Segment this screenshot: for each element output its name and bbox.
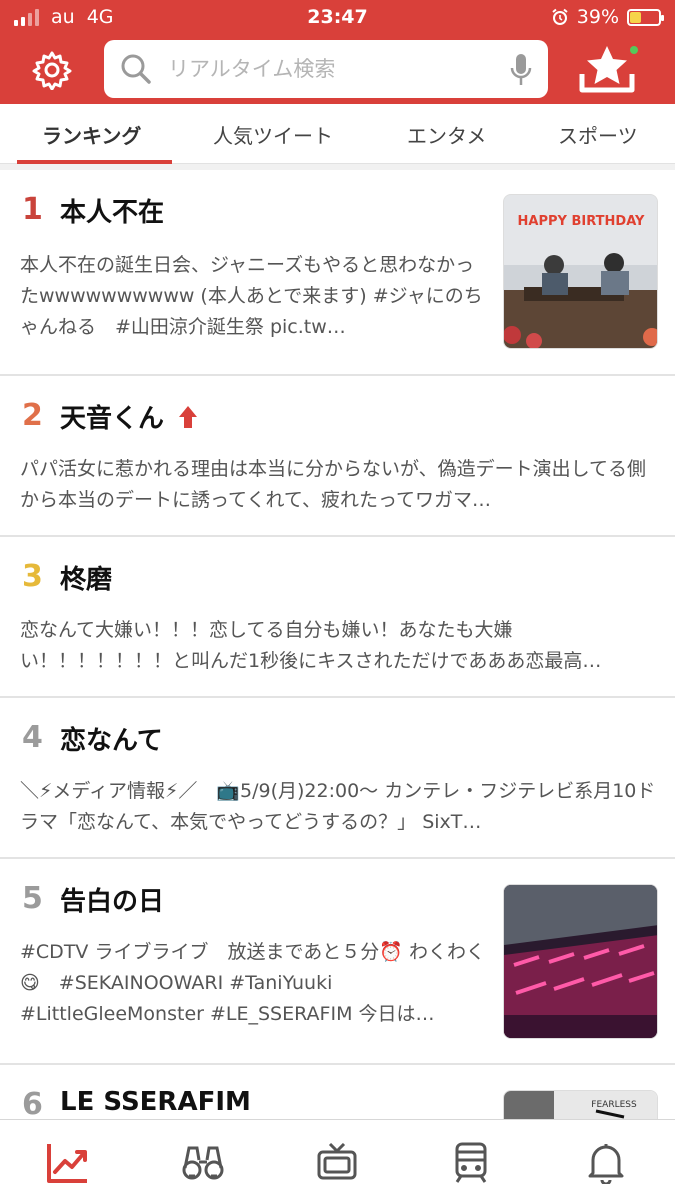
trend-title-row: 天音くん [60,398,198,435]
category-tabs: ランキング 人気ツイート エンタメ スポーツ [0,104,675,164]
app-header: au 4G 23:47 39% [0,0,675,104]
ranking-item-2[interactable]: 2 天音くん パパ活女に惹かれる理由は本当に分からないが、偽造デート演出してる側… [0,376,675,537]
trend-title: LE SSERAFIM [60,1087,251,1117]
thumbnail-album-text: FEARLESS [591,1100,637,1110]
trend-title: 本人不在 [60,198,165,228]
status-right: 39% [551,6,664,28]
album-photo: FEARLESS [504,1091,657,1119]
tab-popular-tweets[interactable]: 人気ツイート [213,120,333,149]
trending-icon[interactable] [46,1140,90,1184]
notice-button[interactable] [578,42,640,98]
thumbnail-banner-text: HAPPY BIRTHDAY [518,214,645,229]
status-bar: au 4G 23:47 39% [0,0,675,34]
train-icon[interactable] [449,1140,493,1184]
rank-number: 5 [22,881,43,916]
trend-description: ＼⚡メディア情報⚡／ 📺5/9(月)22:00～ カンテレ・フジテレビ系月10ド… [20,780,656,833]
stage-photo [504,885,657,1038]
trend-description: #CDTV ライブライブ 放送まであと５分⏰ わくわく😋 #SEKAINOOWA… [20,941,485,1025]
battery-percent: 39% [576,6,619,28]
ranking-item-1[interactable]: 1 本人不在 本人不在の誕生日会、ジャニーズもやると思わなかったwwwwwwww… [0,170,675,376]
search-bar[interactable] [104,40,548,98]
microphone-icon[interactable] [510,53,532,87]
search-input[interactable] [168,50,488,88]
trend-description: パパ活女に惹かれる理由は本当に分からないが、偽造デート演出してる側から本当のデー… [20,458,647,511]
rank-number: 3 [22,559,43,594]
trend-thumbnail: HAPPY BIRTHDAY [503,194,658,349]
bell-icon[interactable] [584,1140,628,1184]
bottom-navigation [0,1119,675,1200]
trend-description: 本人不在の誕生日会、ジャニーズもやると思わなかったwwwwwwwwww (本人あ… [20,254,483,338]
trend-title: 柊磨 [60,565,113,595]
trend-title: 告白の日 [60,887,165,917]
ranking-item-5[interactable]: 5 告白の日 #CDTV ライブライブ 放送まであと５分⏰ わくわく😋 #SEK… [0,859,675,1065]
tab-ranking[interactable]: ランキング [42,120,141,149]
tv-icon[interactable] [315,1140,359,1184]
battery-icon [627,8,664,26]
binoculars-icon[interactable] [181,1140,225,1184]
alarm-icon [552,8,568,25]
ranking-item-6[interactable]: 6 LE SSERAFIM FEARLESS [0,1065,675,1119]
trend-thumbnail [503,884,658,1039]
rank-number: 6 [22,1087,43,1119]
rank-number: 2 [22,398,43,433]
tab-entertainment[interactable]: エンタメ [407,120,486,149]
trend-description: 恋なんて大嫌い！！！恋してる自分も嫌い！あなたも大嫌い！！！！！！！と叫んだ1秒… [20,619,602,672]
trend-thumbnail: FEARLESS [503,1090,658,1119]
tab-sports[interactable]: スポーツ [558,120,638,149]
trend-title: 天音くん [60,404,165,434]
new-badge-dot [628,44,640,56]
trend-title: 恋なんて [60,726,163,756]
ranking-item-3[interactable]: 3 柊磨 恋なんて大嫌い！！！恋してる自分も嫌い！あなたも大嫌い！！！！！！！と… [0,537,675,698]
gear-icon[interactable] [32,50,72,90]
search-icon [121,54,151,84]
ranking-item-4[interactable]: 4 恋なんて ＼⚡メディア情報⚡／ 📺5/9(月)22:00～ カンテレ・フジテ… [0,698,675,859]
rank-number: 4 [22,720,43,755]
rank-number: 1 [22,192,43,227]
rising-arrow-icon [179,406,198,428]
birthday-photo: HAPPY BIRTHDAY [504,195,657,348]
